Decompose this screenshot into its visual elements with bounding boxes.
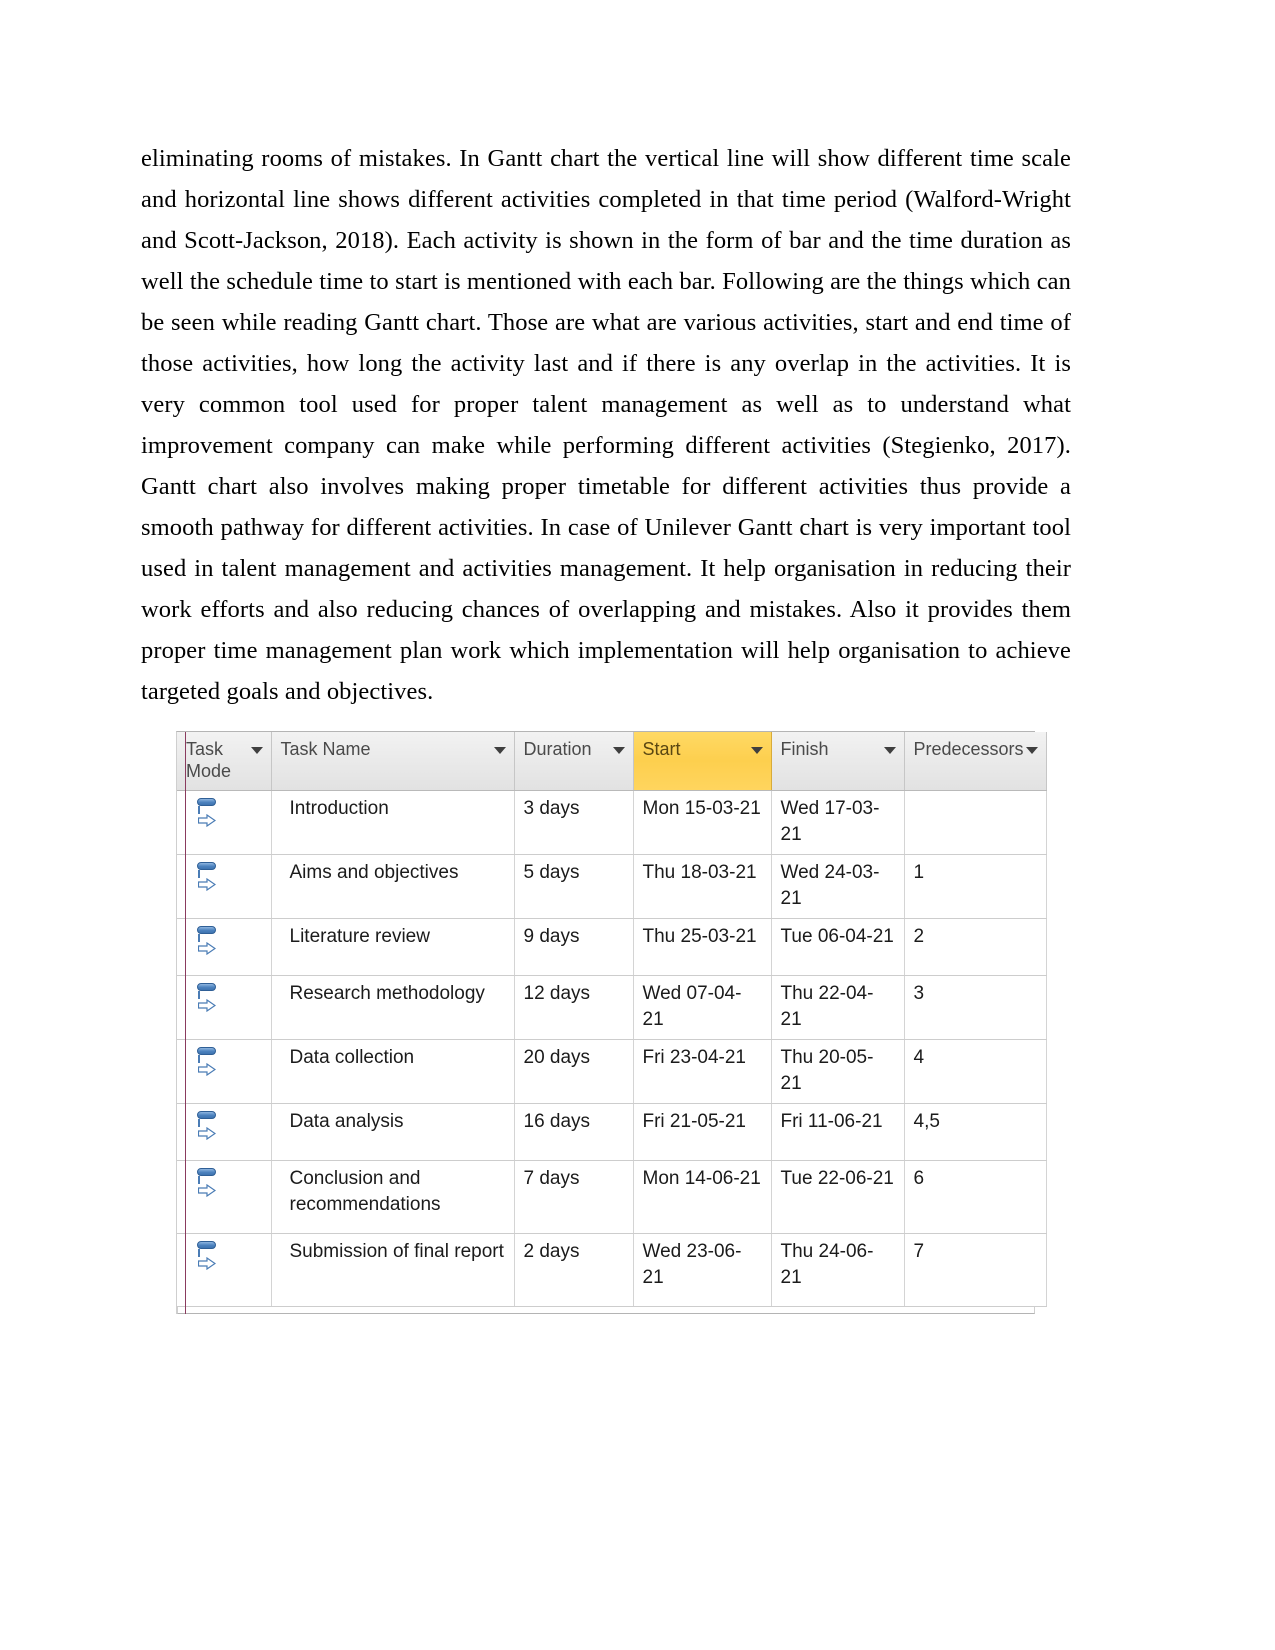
table-row[interactable]: Data collection 20 days Fri 23-04-21 Thu… [177, 1039, 1047, 1104]
table-row[interactable]: Aims and objectives 5 days Thu 18-03-21 … [177, 854, 1047, 919]
cell-task-mode[interactable] [177, 975, 272, 1040]
cell-task-name[interactable]: Data collection [271, 1039, 515, 1104]
column-header-task-mode[interactable]: Task Mode [177, 732, 272, 791]
table-row[interactable]: Conclusion and recommendations 7 days Mo… [177, 1160, 1047, 1234]
table-row[interactable]: Literature review 9 days Thu 25-03-21 Tu… [177, 918, 1047, 976]
column-header-predecessors[interactable]: Predecessors [904, 732, 1047, 791]
cell-predecessors[interactable]: 7 [904, 1233, 1047, 1307]
column-label-task-mode: Task Mode [186, 739, 232, 781]
cell-predecessors[interactable]: 2 [904, 918, 1047, 976]
cell-start[interactable]: Wed 23-06-21 [633, 1233, 772, 1307]
cell-start[interactable]: Wed 07-04-21 [633, 975, 772, 1040]
filter-dropdown-icon[interactable] [612, 747, 625, 754]
grid-bottom-edge [177, 1307, 1035, 1314]
cell-duration[interactable]: 16 days [514, 1103, 634, 1161]
document-page: eliminating rooms of mistakes. In Gantt … [0, 0, 1275, 1650]
column-label-finish: Finish [780, 739, 829, 759]
auto-scheduled-icon [195, 925, 221, 956]
cell-task-name[interactable]: Data analysis [271, 1103, 515, 1161]
cell-task-mode[interactable] [177, 790, 272, 855]
auto-scheduled-icon [195, 1240, 221, 1271]
column-label-task-name: Task Name [280, 739, 371, 759]
cell-start[interactable]: Fri 23-04-21 [633, 1039, 772, 1104]
filter-dropdown-icon[interactable] [750, 747, 763, 754]
cell-start[interactable]: Mon 15-03-21 [633, 790, 772, 855]
cell-task-mode[interactable] [177, 1103, 272, 1161]
cell-start[interactable]: Thu 25-03-21 [633, 918, 772, 976]
column-header-task-name[interactable]: Task Name [271, 732, 515, 791]
column-header-duration[interactable]: Duration [514, 732, 634, 791]
cell-predecessors[interactable]: 4,5 [904, 1103, 1047, 1161]
cell-finish[interactable]: Thu 22-04-21 [771, 975, 905, 1040]
cell-task-mode[interactable] [177, 1039, 272, 1104]
cell-predecessors[interactable] [904, 790, 1047, 855]
cell-duration[interactable]: 12 days [514, 975, 634, 1040]
cell-predecessors[interactable]: 1 [904, 854, 1047, 919]
cell-duration[interactable]: 5 days [514, 854, 634, 919]
auto-scheduled-icon [195, 861, 221, 892]
filter-dropdown-icon[interactable] [250, 747, 263, 754]
auto-scheduled-icon [195, 1046, 221, 1077]
column-label-duration: Duration [523, 739, 592, 759]
cell-task-name[interactable]: Conclusion and recommendations [271, 1160, 515, 1234]
table-body: Introduction 3 days Mon 15-03-21 Wed 17-… [177, 790, 1047, 1307]
filter-dropdown-icon[interactable] [1025, 747, 1038, 754]
column-label-predecessors: Predecessors [913, 739, 1024, 759]
cell-start[interactable]: Thu 18-03-21 [633, 854, 772, 919]
task-grid: Task Mode Task Name Duration Start Finis… [177, 732, 1047, 1307]
cell-duration[interactable]: 3 days [514, 790, 634, 855]
filter-dropdown-icon[interactable] [493, 747, 506, 754]
body-paragraph: eliminating rooms of mistakes. In Gantt … [141, 138, 1071, 712]
table-row[interactable]: Data analysis 16 days Fri 21-05-21 Fri 1… [177, 1103, 1047, 1161]
column-label-start: Start [642, 739, 681, 759]
cell-duration[interactable]: 7 days [514, 1160, 634, 1234]
cell-finish[interactable]: Wed 24-03-21 [771, 854, 905, 919]
cell-duration[interactable]: 2 days [514, 1233, 634, 1307]
column-header-finish[interactable]: Finish [771, 732, 905, 791]
cell-predecessors[interactable]: 6 [904, 1160, 1047, 1234]
auto-scheduled-icon [195, 797, 221, 828]
cell-task-mode[interactable] [177, 1160, 272, 1234]
cell-finish[interactable]: Thu 20-05-21 [771, 1039, 905, 1104]
filter-dropdown-icon[interactable] [883, 747, 896, 754]
cell-finish[interactable]: Thu 24-06-21 [771, 1233, 905, 1307]
auto-scheduled-icon [195, 1167, 221, 1198]
cell-finish[interactable]: Wed 17-03-21 [771, 790, 905, 855]
cell-task-name[interactable]: Literature review [271, 918, 515, 976]
cell-duration[interactable]: 9 days [514, 918, 634, 976]
cell-task-name[interactable]: Aims and objectives [271, 854, 515, 919]
header-row: Task Mode Task Name Duration Start Finis… [177, 732, 1047, 791]
cell-finish[interactable]: Tue 22-06-21 [771, 1160, 905, 1234]
table-row[interactable]: Introduction 3 days Mon 15-03-21 Wed 17-… [177, 790, 1047, 855]
auto-scheduled-icon [195, 982, 221, 1013]
cell-task-mode[interactable] [177, 854, 272, 919]
table-row[interactable]: Research methodology 12 days Wed 07-04-2… [177, 975, 1047, 1040]
cell-duration[interactable]: 20 days [514, 1039, 634, 1104]
cell-task-name[interactable]: Research methodology [271, 975, 515, 1040]
ms-project-task-table[interactable]: Task Mode Task Name Duration Start Finis… [176, 731, 1047, 1314]
cell-task-mode[interactable] [177, 1233, 272, 1307]
table-header: Task Mode Task Name Duration Start Finis… [177, 732, 1047, 791]
cell-predecessors[interactable]: 3 [904, 975, 1047, 1040]
table-row[interactable]: Submission of final report 2 days Wed 23… [177, 1233, 1047, 1307]
auto-scheduled-icon [195, 1110, 221, 1141]
cell-task-mode[interactable] [177, 918, 272, 976]
selection-strip [185, 732, 186, 1314]
cell-predecessors[interactable]: 4 [904, 1039, 1047, 1104]
cell-finish[interactable]: Tue 06-04-21 [771, 918, 905, 976]
cell-start[interactable]: Mon 14-06-21 [633, 1160, 772, 1234]
cell-task-name[interactable]: Introduction [271, 790, 515, 855]
cell-finish[interactable]: Fri 11-06-21 [771, 1103, 905, 1161]
column-header-start[interactable]: Start [633, 732, 772, 791]
paragraph-text: eliminating rooms of mistakes. In Gantt … [141, 145, 1071, 705]
cell-task-name[interactable]: Submission of final report [271, 1233, 515, 1307]
cell-start[interactable]: Fri 21-05-21 [633, 1103, 772, 1161]
